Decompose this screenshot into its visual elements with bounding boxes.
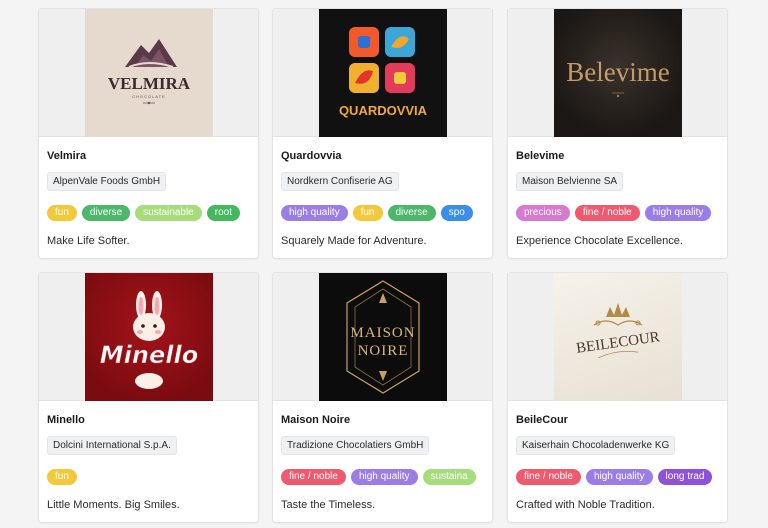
- art-deco-frame-icon: MAISON NOIRE: [346, 280, 420, 394]
- brand-logo-maison-noire: MAISON NOIRE: [319, 273, 447, 401]
- brand-slogan: Squarely Made for Adventure.: [281, 235, 427, 247]
- brand-card[interactable]: BEILECOUR BeileCour Kaiserhain Chocolade…: [507, 272, 728, 523]
- brand-card[interactable]: Minello Minello Dolcini International S.…: [38, 272, 259, 523]
- tag[interactable]: long trad: [657, 469, 713, 485]
- company-badge: Nordkern Confiserie AG: [281, 172, 399, 191]
- tag[interactable]: spo: [440, 205, 473, 221]
- tag[interactable]: fun: [352, 205, 383, 221]
- tag-list: precious fine / noble high quality: [516, 205, 721, 221]
- brand-logo-quardovvia: QUARDOVVIA: [319, 9, 447, 137]
- tag[interactable]: fun: [47, 205, 77, 221]
- brand-name: BeileCour: [516, 414, 568, 426]
- tag-list: fine / noble high quality sustaina: [281, 469, 486, 485]
- company-badge: Tradizione Chocolatiers GmbH: [281, 436, 430, 455]
- crown-flourish-icon: BEILECOUR: [575, 303, 661, 359]
- brand-slogan: Make Life Softer.: [47, 235, 130, 247]
- brand-name: Velmira: [47, 150, 87, 162]
- tag[interactable]: fine / noble: [281, 469, 346, 485]
- card-thumbnail: VELMIRA CHOCOLATE: [39, 9, 258, 137]
- tag[interactable]: sustaina: [422, 469, 476, 485]
- brand-card[interactable]: MAISON NOIRE Maison Noire Tradizione Cho…: [272, 272, 493, 523]
- brand-logo-velmira: VELMIRA CHOCOLATE: [85, 9, 213, 137]
- brand-slogan: Little Moments. Big Smiles.: [47, 499, 180, 511]
- brand-slogan: Taste the Timeless.: [281, 499, 376, 511]
- logo-wordmark: Minello: [100, 341, 198, 369]
- logo-wordmark: MAISON: [350, 325, 415, 341]
- tag[interactable]: sustainable: [135, 205, 202, 221]
- brand-logo-minello: Minello: [85, 273, 213, 401]
- brand-name: Minello: [47, 414, 85, 426]
- tag[interactable]: high quality: [644, 205, 712, 221]
- card-thumbnail: BEILECOUR: [508, 273, 727, 401]
- logo-wordmark: Belevime: [566, 57, 669, 87]
- tag[interactable]: high quality: [585, 469, 653, 485]
- tag[interactable]: high quality: [350, 469, 418, 485]
- tag[interactable]: fine / noble: [574, 205, 640, 221]
- brand-card[interactable]: QUARDOVVIA Quardovvia Nordkern Confiseri…: [272, 8, 493, 259]
- tag[interactable]: precious: [516, 205, 570, 221]
- brand-name: Quardovvia: [281, 150, 342, 162]
- brand-slogan: Experience Chocolate Excellence.: [516, 235, 683, 247]
- company-badge: Kaiserhain Chocoladenwerke KG: [516, 436, 676, 455]
- company-badge: AlpenVale Foods GmbH: [47, 172, 167, 191]
- card-thumbnail: Belevime: [508, 9, 727, 137]
- logo-wordmark: VELMIRA: [108, 74, 191, 93]
- card-thumbnail: MAISON NOIRE: [273, 273, 492, 401]
- brand-name: Maison Noire: [281, 414, 351, 426]
- tag[interactable]: diverse: [81, 205, 131, 221]
- tag-list: high quality fun diverse spo: [281, 205, 486, 221]
- brand-slogan: Crafted with Noble Tradition.: [516, 499, 655, 511]
- mountain-icon: VELMIRA CHOCOLATE: [108, 39, 191, 105]
- logo-wordmark: BEILECOUR: [575, 329, 661, 357]
- tag[interactable]: fine / noble: [516, 469, 581, 485]
- tag-list: fine / noble high quality long trad: [516, 469, 721, 485]
- company-badge: Maison Belvienne SA: [516, 172, 624, 191]
- card-thumbnail: QUARDOVVIA: [273, 9, 492, 137]
- brand-card[interactable]: Belevime Belevime Maison Belvienne SA pr…: [507, 8, 728, 259]
- logo-subtext: CHOCOLATE: [132, 94, 166, 99]
- logo-wordmark-line2: NOIRE: [358, 343, 409, 359]
- card-thumbnail: Minello: [39, 273, 258, 401]
- tag[interactable]: diverse: [387, 205, 436, 221]
- tag[interactable]: root: [206, 205, 240, 221]
- tag-list: fun diverse sustainable root: [47, 205, 252, 221]
- brand-logo-beilecour: BEILECOUR: [554, 273, 682, 401]
- brand-logo-belevime: Belevime: [554, 9, 682, 137]
- brand-name: Belevime: [516, 150, 565, 162]
- brand-card[interactable]: VELMIRA CHOCOLATE Velmira AlpenVale Food…: [38, 8, 259, 259]
- logo-wordmark: QUARDOVVIA: [339, 103, 428, 118]
- tag[interactable]: fun: [47, 469, 77, 485]
- tag[interactable]: high quality: [281, 205, 348, 221]
- tag-list: fun: [47, 469, 252, 485]
- bunny-icon: Minello: [99, 291, 199, 389]
- wordmark-logo: Belevime: [566, 57, 670, 98]
- company-badge: Dolcini International S.p.A.: [47, 436, 177, 455]
- geometric-squares-icon: QUARDOVVIA: [339, 27, 428, 118]
